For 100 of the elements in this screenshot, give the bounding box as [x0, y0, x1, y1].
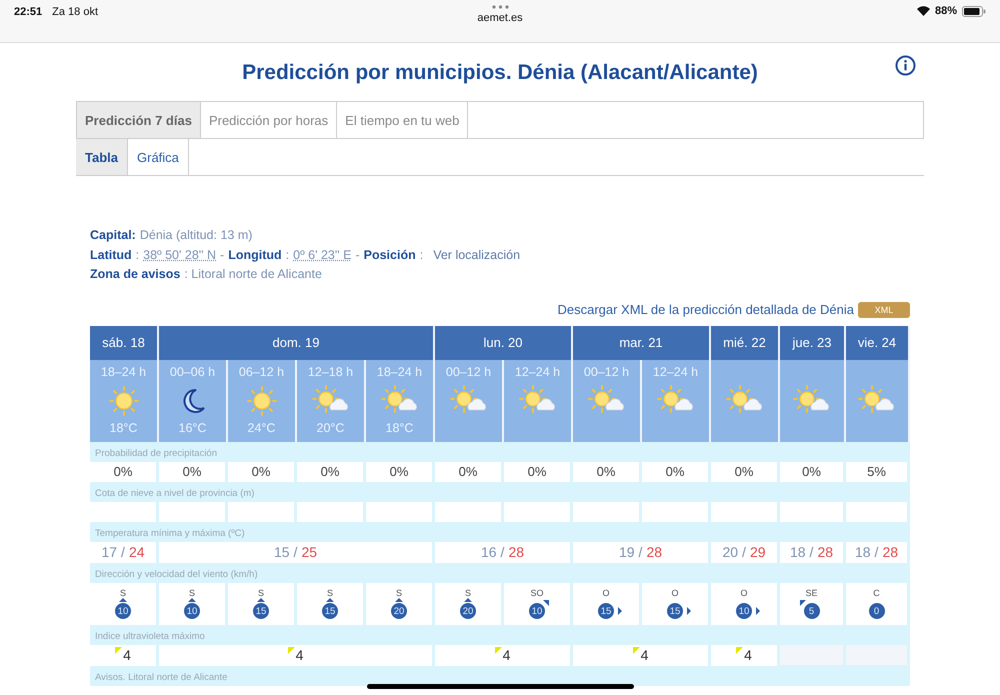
xml-button[interactable]: XML [858, 302, 910, 318]
snow-cell [90, 502, 156, 522]
wind-speed-badge: 10 [529, 603, 545, 619]
snow-cell [159, 502, 225, 522]
empty-cell [780, 644, 843, 664]
info-value: : [420, 246, 424, 264]
wind-direction: S [258, 588, 264, 598]
min-temperature: 15 [274, 544, 290, 560]
battery-percentage: 88% [934, 5, 957, 17]
wifi-icon [916, 6, 930, 16]
precipitation-cell: 0% [228, 462, 294, 482]
precipitation-cell: 0% [780, 462, 843, 482]
precipitation-cell: 0% [90, 462, 156, 482]
wind-direction: SO [530, 588, 544, 598]
snow-cell [228, 502, 294, 522]
arrow-icon [257, 598, 265, 602]
min-temperature: 16 [480, 544, 497, 560]
precipitation-cell: 5% [846, 462, 907, 482]
coordinate-value: 0º 6' 23'' E [293, 246, 352, 264]
info-value: : [286, 246, 290, 264]
uv-index: 4 [743, 647, 752, 663]
wind-direction: SE [805, 588, 818, 598]
precipitation-cell: 0% [504, 462, 570, 482]
day-header: jue. 23 [780, 326, 846, 360]
coordinate-value: 38º 50' 28'' N [143, 246, 216, 264]
snow-cell [366, 502, 432, 522]
min-temperature: 17 [101, 544, 118, 560]
view-tab[interactable]: Tabla [76, 139, 128, 175]
wind-speed-badge: 0 [868, 603, 884, 619]
period-temperature: 24°C [248, 420, 276, 434]
day-header: vie. 24 [846, 326, 910, 360]
wind-direction: O [671, 588, 678, 598]
info-label: Capital: [90, 227, 136, 244]
wind-direction: S [120, 588, 126, 598]
temperature-separator: / [500, 544, 504, 560]
uv-index: 4 [640, 647, 648, 663]
arrow-icon [326, 598, 334, 602]
period-time: 00–06 h [170, 364, 216, 380]
arrow-icon [618, 607, 622, 615]
wind-speed-badge: 10 [736, 603, 752, 619]
wind-speed-badge: 15 [667, 603, 683, 619]
precipitation-cell: 0% [297, 462, 363, 482]
arrow-icon [800, 600, 806, 606]
uv-flag-icon [115, 646, 122, 654]
temperature-separator: / [874, 544, 878, 560]
precipitation-cell: 0% [711, 462, 777, 482]
day-header: lun. 20 [435, 326, 573, 360]
precipitation-cell: 0% [642, 462, 708, 482]
tab[interactable]: Predicción 7 días [76, 102, 201, 138]
info-icon[interactable] [895, 55, 916, 76]
snow-cell [297, 502, 363, 522]
period-temperature: 20°C [316, 420, 344, 434]
battery-icon [962, 6, 986, 16]
temperature-separator: / [121, 544, 125, 560]
max-temperature: 29 [750, 544, 766, 560]
uv-index: 4 [122, 647, 131, 663]
day-header: mié. 22 [711, 326, 780, 360]
info-label: Longitud [228, 246, 282, 264]
row-label: Temperatura mínima y máxima (ºC) [94, 526, 246, 540]
max-temperature: 28 [817, 544, 834, 560]
precipitation-cell: 0% [435, 462, 501, 482]
arrow-icon [119, 598, 127, 602]
temperature-separator: / [294, 544, 298, 560]
snow-cell [435, 502, 501, 522]
period-time: 12–24 h [652, 364, 698, 380]
arrow-icon [395, 598, 403, 602]
min-temperature: 18 [790, 544, 806, 560]
status-date: Za 18 okt [52, 6, 98, 18]
precipitation-cell: 0% [366, 462, 432, 482]
location-link[interactable]: Ver localización [433, 246, 520, 265]
snow-cell [573, 502, 639, 522]
row-label: Avisos. Litoral norte de Alicante [94, 670, 228, 684]
row-label: Indice ultravioleta máximo [94, 630, 206, 644]
day-header: sáb. 18 [90, 326, 159, 360]
wind-direction: C [873, 588, 880, 598]
period-time: 18–24 h [376, 364, 422, 380]
info-value: Dénia (altitud: 13 m) [140, 227, 252, 244]
max-temperature: 28 [508, 544, 524, 560]
uv-flag-icon [632, 646, 640, 654]
period-temperature: 18°C [110, 420, 138, 434]
row-label: Cota de nieve a nivel de provincia (m) [94, 486, 256, 500]
info-label: Zona de avisos [90, 266, 180, 283]
temperature-separator: / [742, 544, 746, 560]
wind-direction: S [396, 588, 402, 598]
max-temperature: 24 [128, 544, 145, 560]
arrow-icon [687, 607, 691, 615]
max-temperature: 25 [301, 544, 318, 560]
period-temperature: 16°C [178, 420, 206, 434]
max-temperature: 28 [882, 544, 898, 560]
row-label: Probabilidad de precipitación [94, 446, 218, 460]
snow-cell [846, 502, 907, 522]
uv-flag-icon [494, 646, 502, 654]
address-url[interactable]: aemet.es [477, 12, 523, 24]
download-xml-link[interactable]: Descargar XML de la predicción detallada de Dénia [557, 302, 854, 317]
arrow-icon [464, 598, 472, 602]
uv-flag-icon [288, 646, 295, 654]
wind-speed-badge: 5 [804, 603, 820, 619]
more-dots-icon[interactable] [492, 5, 508, 9]
snow-cell [504, 502, 570, 522]
info-label: Posición [364, 246, 416, 264]
